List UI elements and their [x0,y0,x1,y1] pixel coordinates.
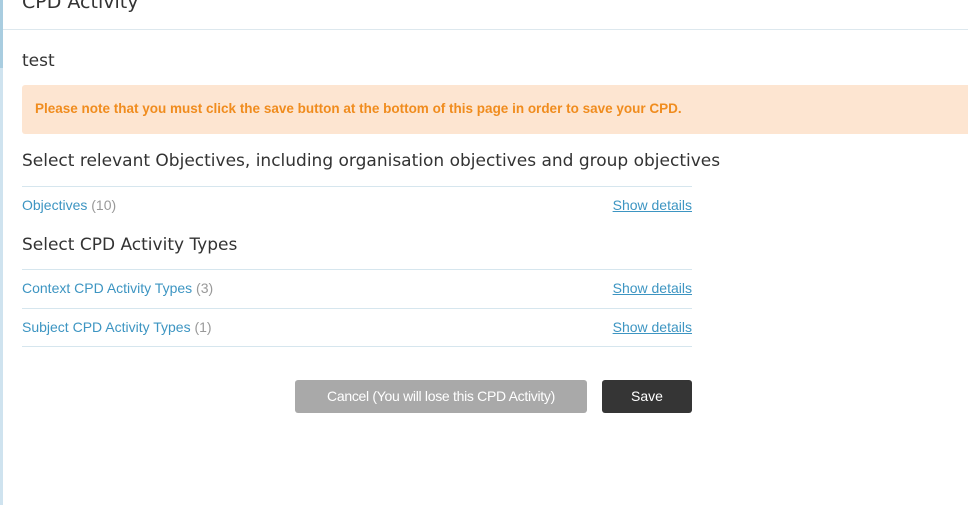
subject-show-details-link[interactable]: Show details [613,319,692,335]
context-activity-types-count: (3) [196,280,214,296]
objectives-link[interactable]: Objectives [22,197,87,213]
objectives-row: Objectives (10) Show details [22,186,692,225]
activity-title: test [22,51,55,71]
subject-activity-types-row: Subject CPD Activity Types (1) Show deta… [22,308,692,347]
objectives-row-label: Objectives (10) [22,197,116,213]
subject-activity-types-link[interactable]: Subject CPD Activity Types [22,319,191,335]
objectives-count: (10) [91,197,117,213]
save-button[interactable]: Save [602,380,692,413]
cancel-button[interactable]: Cancel (You will lose this CPD Activity) [295,380,587,413]
subject-activity-types-label: Subject CPD Activity Types (1) [22,319,212,335]
page-header: CPD Activity [3,0,968,30]
objectives-show-details-link[interactable]: Show details [613,197,692,213]
context-activity-types-link[interactable]: Context CPD Activity Types [22,280,192,296]
activity-types-heading: Select CPD Activity Types [22,235,238,255]
page-title: CPD Activity [22,0,139,13]
context-show-details-link[interactable]: Show details [613,280,692,296]
left-edge-bar [0,0,3,505]
objectives-heading: Select relevant Objectives, including or… [22,151,721,171]
context-activity-types-label: Context CPD Activity Types (3) [22,280,213,296]
save-notice-text: Please note that you must click the save… [35,101,682,116]
context-activity-types-row: Context CPD Activity Types (3) Show deta… [22,269,692,308]
save-notice-banner: Please note that you must click the save… [22,85,968,134]
subject-activity-types-count: (1) [194,319,212,335]
